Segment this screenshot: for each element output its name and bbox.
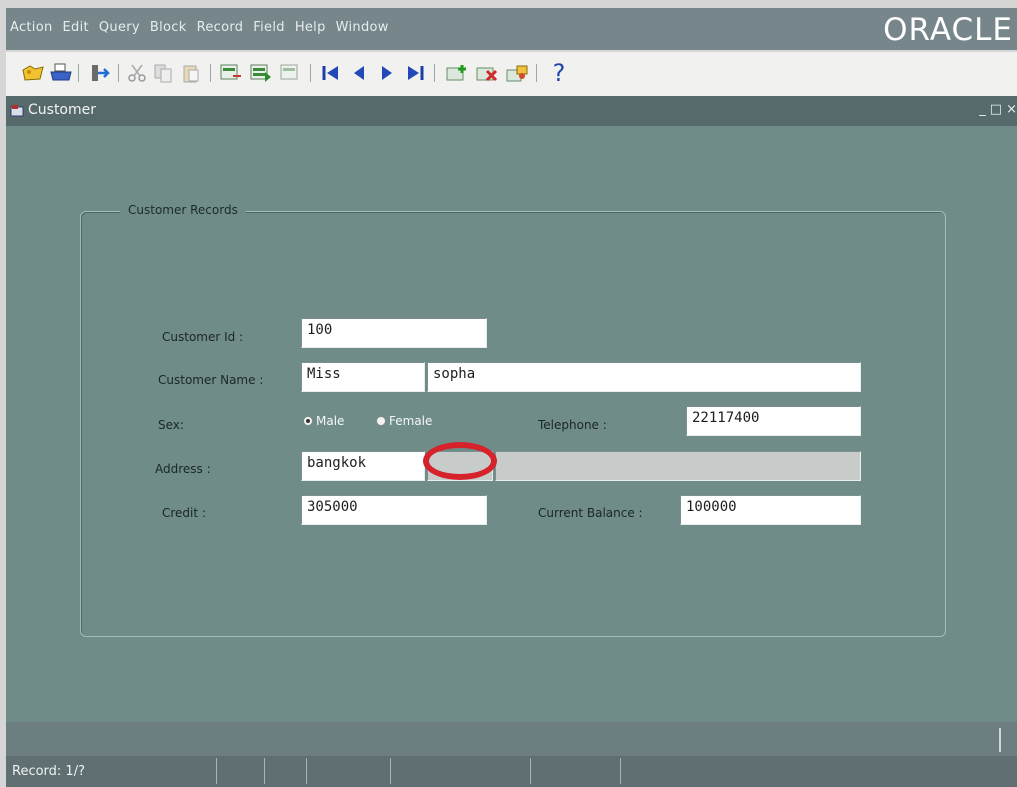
menu-items: Action Edit Query Block Record Field Hel… [10, 20, 389, 35]
next-record-icon[interactable] [374, 60, 400, 86]
status-bar: Record: 1/? [6, 756, 1017, 787]
current-balance-field[interactable]: 100000 [680, 495, 861, 525]
exit-icon[interactable] [86, 60, 112, 86]
radio-selected-icon [303, 416, 313, 426]
status-divider [306, 758, 307, 784]
customer-name-label: Customer Name : [158, 373, 264, 387]
radio-unselected-icon [376, 416, 386, 426]
sex-male-label: Male [316, 414, 345, 428]
toolbar: ? [6, 52, 1017, 97]
window-title-bar: Customer _ □ × [6, 96, 1017, 126]
status-divider [390, 758, 391, 784]
menu-field[interactable]: Field [253, 20, 285, 35]
address-field[interactable]: bangkok [301, 451, 425, 481]
customer-title-field[interactable]: Miss [301, 362, 425, 392]
menu-block[interactable]: Block [150, 20, 187, 35]
paste-icon[interactable] [178, 60, 204, 86]
sex-female-label: Female [389, 414, 433, 428]
record-counter: Record: 1/? [12, 764, 85, 779]
form-window-icon [10, 105, 24, 117]
menu-window[interactable]: Window [336, 20, 389, 35]
menu-action[interactable]: Action [10, 20, 53, 35]
print-icon[interactable] [48, 60, 74, 86]
previous-record-icon[interactable] [346, 60, 372, 86]
message-line [6, 722, 1017, 756]
execute-query-icon[interactable] [248, 60, 274, 86]
customer-id-field[interactable]: 100 [301, 318, 487, 348]
telephone-label: Telephone : [538, 418, 607, 432]
minimize-button[interactable]: _ [979, 102, 986, 117]
menu-help[interactable]: Help [295, 20, 326, 35]
insert-record-icon[interactable] [444, 60, 470, 86]
sex-label: Sex: [158, 418, 184, 432]
menu-edit[interactable]: Edit [63, 20, 89, 35]
status-divider [264, 758, 265, 784]
close-button[interactable]: × [1006, 102, 1017, 117]
cancel-query-icon[interactable] [278, 60, 304, 86]
window-controls: _ □ × [979, 102, 1017, 117]
status-divider [530, 758, 531, 784]
cut-icon[interactable] [124, 60, 150, 86]
current-balance-label: Current Balance : [538, 506, 643, 520]
window-title: Customer [28, 102, 97, 118]
lock-record-icon[interactable] [504, 60, 530, 86]
customer-id-label: Customer Id : [162, 330, 244, 344]
enter-query-icon[interactable] [218, 60, 244, 86]
sex-male-radio[interactable]: Male [303, 414, 344, 428]
first-record-icon[interactable] [318, 60, 344, 86]
highlight-ring-annotation [423, 442, 497, 480]
last-record-icon[interactable] [402, 60, 428, 86]
address-line-3-field[interactable] [495, 451, 861, 481]
status-divider [216, 758, 217, 784]
frame-title: Customer Records [120, 203, 246, 217]
telephone-field[interactable]: 22117400 [686, 406, 861, 436]
credit-field[interactable]: 305000 [301, 495, 487, 525]
oracle-logo: ORACLE [883, 12, 1013, 48]
help-icon[interactable]: ? [546, 59, 572, 87]
open-icon[interactable] [20, 60, 46, 86]
message-line-divider [999, 728, 1001, 752]
credit-label: Credit : [162, 506, 206, 520]
menu-record[interactable]: Record [197, 20, 244, 35]
delete-record-icon[interactable] [474, 60, 500, 86]
customer-form-canvas: Customer Records Customer Id : 100 Custo… [6, 126, 1017, 722]
sex-female-radio[interactable]: Female [376, 414, 432, 428]
menu-bar: Action Edit Query Block Record Field Hel… [6, 8, 1017, 50]
menu-query[interactable]: Query [99, 20, 140, 35]
address-label: Address : [155, 462, 211, 476]
status-divider [620, 758, 621, 784]
customer-name-field[interactable]: sopha [427, 362, 861, 392]
copy-icon[interactable] [150, 60, 176, 86]
restore-button[interactable]: □ [990, 102, 1002, 117]
